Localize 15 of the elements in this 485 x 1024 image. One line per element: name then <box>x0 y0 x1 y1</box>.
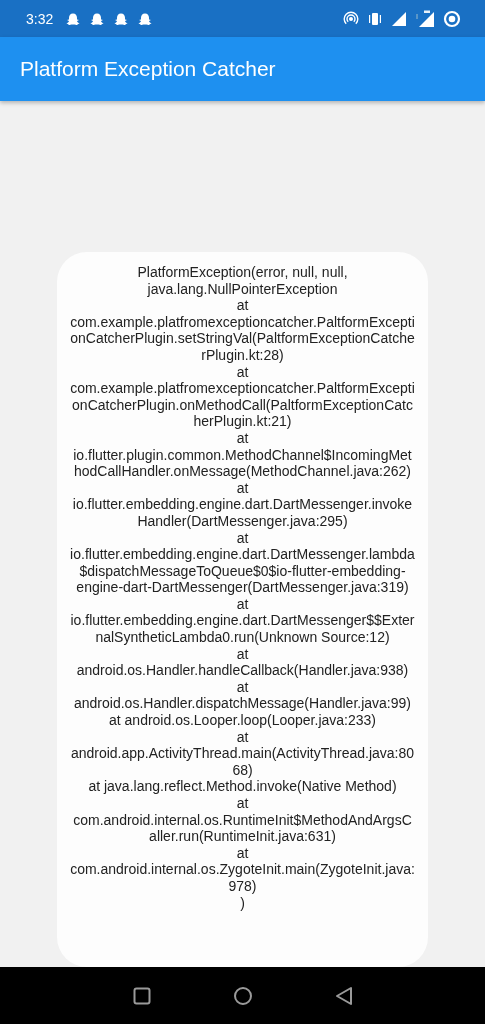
home-icon[interactable] <box>232 985 253 1006</box>
exception-message: PlatformException(error, null, null, java.lang.NullPointerException at com.example.platfromexceptioncatcher.PaltformExceptionCatcherPlugin.setStringVal(PaltformExceptionCatcherPlugin.kt:28) at com.example.platfromexceptioncatcher.PaltformExceptionCatcherPlugin.onMethodCall(PaltformExceptionCatcherPlugin.kt:21) at io.flutter.plugin.common.MethodChannel$IncomingMethodCallHandler.onMessage(MethodChannel.java:262) at io.flutter.embedding.engine.dart.DartMessenger.invokeHandler(DartMessenger.java:295) at io.flutter.embedding.engine.dart.DartMessenger.lambda$dispatchMessageToQueue$0$io-flutter-embedding-engine-dart-DartMessenger(DartMessenger.java:319) at io.flutter.embedding.engine.dart.DartMessenger$$ExternalSyntheticLambda0.run(Unknown Source:12) at android.os.Handler.handleCallback(Handler.java:938) at android.os.Handler.dispatchMessage(Handler.java:99) at android.os.Looper.loop(Looper.java:233) at android.app.ActivityThread.main(ActivityThread.java:8068) at java.lang.reflect.Method.invoke(Native Method) at com.android.internal.os.RuntimeInit$MethodAndArgsCaller.run(RuntimeInit.java:631) at com.android.internal.os.ZygoteInit.main(ZygoteInit.java:978) ) <box>69 264 416 913</box>
status-time: 3:32 <box>26 10 54 27</box>
ghost-icon <box>113 11 130 26</box>
ghost-icon <box>65 11 82 26</box>
signal-icon <box>391 10 407 27</box>
ghost-icon <box>89 11 106 26</box>
back-icon[interactable] <box>334 985 353 1006</box>
hotspot-icon <box>343 10 359 27</box>
mobile-data-signal-icon <box>415 9 435 28</box>
record-icon <box>443 9 461 28</box>
recents-icon[interactable] <box>132 986 151 1005</box>
vibrate-icon <box>367 10 383 27</box>
app-bar-title: Platform Exception Catcher <box>20 57 276 81</box>
ghost-icon <box>137 11 154 26</box>
